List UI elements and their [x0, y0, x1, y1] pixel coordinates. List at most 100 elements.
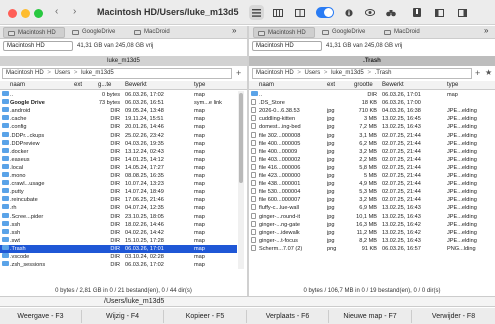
table-row[interactable]: .local DIR 14.05.24, 17:27 map	[0, 163, 237, 172]
table-row[interactable]: 2026-0...6.38.53 jpg 710 KB 04.03.26, 16:38…	[249, 107, 495, 115]
table-row[interactable]: .rh DIR 04.07.24, 12:35 map	[0, 204, 237, 212]
copy-button[interactable]: Kopieer - F5	[164, 310, 247, 323]
table-row[interactable]: ginger-...idewalk jpg 11,2 MB 13.02.25, 16:…	[249, 228, 495, 237]
table-row[interactable]: ginger-...ng-gate jpg 16,3 MB 13.02.25, 16:…	[249, 220, 495, 229]
table-row[interactable]: file 416...000006 jpg 5,8 MB 02.07.25, 21:4…	[249, 163, 495, 172]
close-window-button[interactable]	[8, 9, 17, 18]
column-ext[interactable]: ext	[327, 81, 335, 90]
file-icon	[251, 163, 256, 170]
edit-button[interactable]: Wijzig - F4	[82, 310, 164, 323]
table-row[interactable]: .config DIR 20.01.26, 14:46 map	[0, 123, 237, 131]
table-row[interactable]: domest...ing-bed jpg 7,2 MB 13.02.25, 16:43…	[249, 123, 495, 131]
breadcrumb-item[interactable]: .Trash	[375, 70, 392, 76]
star-icon[interactable]: ★	[485, 68, 492, 78]
table-row[interactable]: .. DIR 06.03.26, 17:01 map	[249, 91, 495, 99]
scrollbar-thumb[interactable]	[239, 93, 243, 183]
table-row[interactable]: .mono DIR 08.08.25, 16:35 map	[0, 172, 237, 180]
table-row[interactable]: file 530...000004 jpg 5,3 MB 02.07.25, 21:4…	[249, 188, 495, 196]
left-scrollbar[interactable]	[238, 91, 244, 269]
tab-overflow-button[interactable]: »	[484, 26, 488, 35]
eye-icon[interactable]	[363, 5, 377, 20]
table-row[interactable]: file 400...00009 jpg 3,2 MB 02.07.25, 21:44…	[249, 147, 495, 156]
table-row[interactable]: file 403...000002 jpg 2,2 MB 02.07.25, 21:4…	[249, 155, 495, 164]
column-date[interactable]: Bewerkt	[125, 81, 147, 90]
tab-macdroid[interactable]: MacDroid	[130, 27, 186, 38]
folder-icon	[2, 139, 9, 145]
table-row[interactable]: .DS_Store 18 KB 06.03.26, 17:00	[249, 99, 495, 107]
breadcrumb-item[interactable]: luke_m13d5	[331, 70, 364, 76]
table-row[interactable]: ginger-...t-focus jpg 8,2 MB 13.02.25, 16:4…	[249, 236, 495, 245]
panel-divider[interactable]	[247, 26, 249, 296]
table-row[interactable]: .. 0 bytes 06.03.26, 17:02 map	[0, 91, 237, 99]
table-row[interactable]: file 600...000007 jpg 3,2 MB 02.07.25, 21:4…	[249, 196, 495, 204]
column-name[interactable]: naam	[259, 81, 274, 90]
column-size[interactable]: grootte	[354, 81, 373, 90]
add-tab-button[interactable]: +	[236, 68, 241, 78]
left-drive-select[interactable]: Macintosh HD	[3, 41, 73, 51]
table-row[interactable]: .reincubate DIR 17.06.25, 21:46 map	[0, 196, 237, 204]
binoculars-icon[interactable]	[384, 5, 398, 20]
table-row[interactable]: Scherm...7.07 (2) png 91 KB 06.03.26, 16:57…	[249, 244, 495, 253]
breadcrumb-item[interactable]: Users	[305, 70, 321, 76]
tab-googledrive[interactable]: GoogleDrive	[318, 27, 378, 38]
command-bar[interactable]	[0, 296, 495, 307]
table-row[interactable]: .ssh DIR 04.02.26, 14:42 map	[0, 228, 237, 237]
columns-view-icon[interactable]	[270, 5, 285, 20]
column-size[interactable]: g...te	[98, 81, 111, 90]
table-row[interactable]: file 438...000001 jpg 4,9 MB 02.07.25, 21:4…	[249, 180, 495, 188]
table-row[interactable]: file 400...000005 jpg 6,2 MB 02.07.25, 21:4…	[249, 139, 495, 148]
tab-macintosh-hd[interactable]: Macintosh HD	[3, 27, 65, 38]
table-row[interactable]: .zsh_sessions DIR 06.03.26, 17:02 map	[0, 261, 237, 269]
column-type[interactable]: type	[447, 81, 458, 90]
tab-googledrive[interactable]: GoogleDrive	[68, 27, 128, 38]
column-type[interactable]: type	[194, 81, 205, 90]
table-row[interactable]: .easeus DIR 14.01.25, 14:12 map	[0, 155, 237, 164]
table-row[interactable]: .Scree...pider DIR 23.10.25, 18:05 map	[0, 212, 237, 221]
column-name[interactable]: naam	[10, 81, 25, 90]
archive-icon[interactable]	[411, 5, 423, 20]
breadcrumb-item[interactable]: luke_m13d5	[81, 70, 114, 76]
table-row[interactable]: .ssh DIR 18.02.26, 14:46 map	[0, 220, 237, 229]
minimize-window-button[interactable]	[21, 9, 30, 18]
table-row[interactable]: file 302...000008 jpg 3,1 MB 02.07.25, 21:4…	[249, 131, 495, 140]
table-row[interactable]: .crawl...usage DIR 10.07.24, 13:23 map	[0, 180, 237, 188]
add-tab-button[interactable]: +	[475, 68, 480, 78]
tab-overflow-button[interactable]: »	[232, 26, 236, 35]
table-row[interactable]: ginger-...round-it jpg 10,1 MB 13.02.25, 16…	[249, 212, 495, 221]
table-row[interactable]: Google Drive 73 bytes 06.03.26, 16:51 sym..…	[0, 99, 237, 107]
table-row-selected[interactable]: .Trash DIR 06.03.26, 17:01 map	[0, 244, 237, 253]
column-ext[interactable]: ext	[74, 81, 82, 90]
table-row[interactable]: .putty DIR 14.07.24, 18:49 map	[0, 188, 237, 196]
panel-icon[interactable]	[433, 5, 445, 20]
table-row[interactable]: .DDPreview DIR 04.03.26, 19:35 map	[0, 139, 237, 148]
table-row[interactable]: .android DIR 09.05.24, 13:48 map	[0, 107, 237, 115]
column-date[interactable]: Bewerkt	[382, 81, 404, 90]
right-drive-select[interactable]: Macintosh HD	[252, 41, 322, 51]
view-button[interactable]: Weergave - F3	[0, 310, 82, 323]
table-row[interactable]: file 423...000000 jpg 5 MB 02.07.25, 21:44 J…	[249, 172, 495, 180]
back-button[interactable]: ‹	[55, 6, 58, 17]
zoom-window-button[interactable]	[34, 9, 43, 18]
table-row[interactable]: .DDPr...ckups DIR 25.02.26, 23:42 map	[0, 131, 237, 140]
table-row[interactable]: .docker DIR 13.12.24, 02:43 map	[0, 147, 237, 156]
info-icon[interactable]	[343, 5, 355, 20]
table-row[interactable]: cuddling-kitten jpg 3 MB 13.02.25, 16:45 JPE…	[249, 115, 495, 123]
move-button[interactable]: Verplaats - F6	[247, 310, 329, 323]
tab-macintosh-hd[interactable]: Macintosh HD	[253, 27, 315, 38]
breadcrumb-item[interactable]: Macintosh HD	[6, 70, 44, 76]
new-folder-button[interactable]: Nieuwe map - F7	[329, 310, 412, 323]
columns-view-icon[interactable]	[292, 5, 307, 20]
copy-icon[interactable]	[456, 5, 468, 20]
table-row[interactable]: .cache DIR 19.11.24, 15:51 map	[0, 115, 237, 123]
delete-button[interactable]: Verwijder - F8	[412, 310, 495, 323]
table-row[interactable]: .vscode DIR 03.10.24, 02:28 map	[0, 253, 237, 261]
table-row[interactable]: fluffy-c...lue-wall jpg 6,9 MB 13.02.25, 16…	[249, 204, 495, 212]
table-row[interactable]: .swt DIR 15.10.25, 17:28 map	[0, 236, 237, 245]
tab-macdroid[interactable]: MacDroid	[380, 27, 436, 38]
forward-button[interactable]: ›	[73, 6, 76, 17]
breadcrumb-item[interactable]: Users	[55, 70, 71, 76]
cell-name: file 416...000006	[259, 164, 301, 171]
list-view-icon[interactable]	[249, 5, 264, 20]
breadcrumb-item[interactable]: Macintosh HD	[256, 70, 294, 76]
toggle-icon[interactable]	[316, 7, 334, 18]
